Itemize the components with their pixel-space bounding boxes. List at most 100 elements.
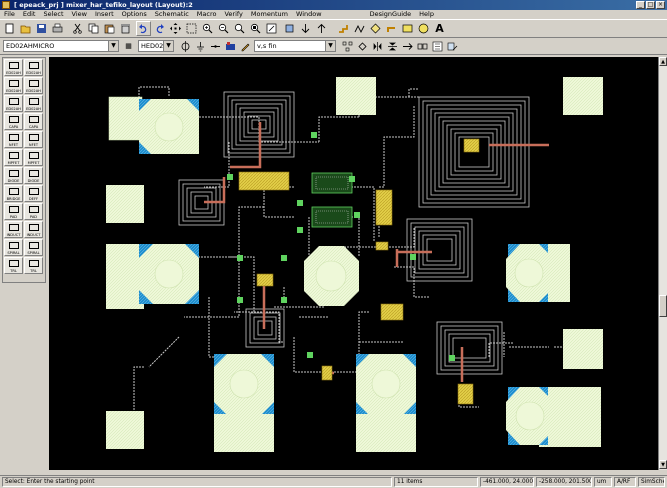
scroll-up-icon[interactable]: ▲ — [659, 57, 667, 66]
edit-component-icon[interactable] — [445, 39, 460, 54]
minimize-button[interactable]: _ — [636, 1, 645, 9]
scroll-down-icon[interactable]: ▼ — [659, 460, 667, 469]
palette-item[interactable]: ED02AH — [4, 59, 23, 76]
palette-item[interactable]: PAD — [24, 203, 43, 220]
menu-view[interactable]: View — [68, 10, 91, 19]
zoom-fit-icon[interactable] — [248, 21, 263, 36]
component-library-icon[interactable] — [430, 39, 445, 54]
via-icon[interactable] — [340, 39, 355, 54]
palette-item[interactable]: ED02AH — [4, 77, 23, 94]
vertical-scrollbar[interactable]: ▲ ▼ — [658, 57, 667, 470]
library-browse-icon[interactable]: ▦ — [121, 39, 136, 54]
paste-icon[interactable] — [102, 21, 117, 36]
move-icon[interactable] — [168, 21, 183, 36]
chevron-down-icon[interactable]: ▼ — [108, 41, 118, 51]
menu-help[interactable]: Help — [415, 10, 438, 19]
layer-icon[interactable] — [223, 39, 238, 54]
palette-item[interactable]: ED02AH — [24, 95, 43, 112]
chevron-down-icon[interactable]: ▼ — [325, 41, 335, 51]
app-icon — [2, 1, 10, 9]
circle-icon[interactable] — [416, 21, 431, 36]
palette-item[interactable]: DIODE — [4, 167, 23, 184]
menu-verify[interactable]: Verify — [220, 10, 246, 19]
rectangle-icon[interactable] — [400, 21, 415, 36]
palette-item[interactable]: CAPA — [24, 113, 43, 130]
zoom-out-icon[interactable] — [216, 21, 231, 36]
menu-options[interactable]: Options — [118, 10, 151, 19]
menu-select[interactable]: Select — [39, 10, 67, 19]
close-button[interactable]: × — [656, 1, 665, 9]
connect-icon[interactable] — [415, 39, 430, 54]
component-palette: ED02AH ED02AH ED02AH ED02AH ED02AH ED02A… — [2, 57, 46, 283]
print-icon[interactable] — [50, 21, 65, 36]
status-sim: SimSchem — [638, 477, 665, 487]
menu-window[interactable]: Window — [292, 10, 326, 19]
undo-icon[interactable] — [136, 21, 151, 36]
mirror-x-icon[interactable] — [370, 39, 385, 54]
palette-item[interactable]: INDUCT — [24, 221, 43, 238]
palette-item[interactable]: INDUCT — [4, 221, 23, 238]
pop-out-icon[interactable] — [314, 21, 329, 36]
palette-item[interactable]: SPIRAL — [24, 239, 43, 256]
chevron-down-icon[interactable]: ▼ — [163, 41, 173, 51]
path-icon[interactable] — [368, 21, 383, 36]
cut-icon[interactable] — [70, 21, 85, 36]
layout-canvas[interactable] — [49, 57, 658, 470]
palette-item[interactable]: ED02AH — [24, 77, 43, 94]
scrollbar-thumb[interactable] — [659, 295, 667, 317]
ground-icon[interactable] — [193, 39, 208, 54]
component-select[interactable]: HED02AH ▼ — [138, 40, 174, 52]
palette-item[interactable]: MPFET — [4, 149, 23, 166]
port-icon[interactable] — [178, 39, 193, 54]
palette-item[interactable]: DEFF — [24, 185, 43, 202]
text-icon[interactable]: A — [432, 21, 447, 36]
palette-item[interactable]: ED02AH — [24, 59, 43, 76]
zoom-window-icon[interactable] — [232, 21, 247, 36]
pan-view-icon[interactable] — [264, 21, 279, 36]
zoom-area-icon[interactable] — [184, 21, 199, 36]
polyline-icon[interactable] — [352, 21, 367, 36]
zoom-in-icon[interactable] — [200, 21, 215, 36]
palette-item[interactable]: PAD — [4, 203, 23, 220]
palette-item[interactable]: TRL — [4, 257, 23, 274]
palette-item[interactable]: CAPA — [4, 113, 23, 130]
delete-icon[interactable] — [118, 21, 133, 36]
palette-item[interactable]: MPFET — [24, 149, 43, 166]
pencil-icon[interactable] — [238, 39, 253, 54]
redo-icon[interactable] — [152, 21, 167, 36]
menu-macro[interactable]: Macro — [193, 10, 221, 19]
palette-item[interactable]: BRIDGE — [4, 185, 23, 202]
push-into-icon[interactable] — [298, 21, 313, 36]
trace-icon[interactable] — [384, 21, 399, 36]
menu-file[interactable]: File — [0, 10, 19, 19]
palette-item[interactable]: TRL — [24, 257, 43, 274]
palette-item[interactable]: NFET — [24, 131, 43, 148]
rotate-icon[interactable] — [355, 39, 370, 54]
menu-designguide[interactable]: DesignGuide — [366, 10, 416, 19]
library-select[interactable]: ED02AHMICRO ▼ — [3, 40, 119, 52]
maximize-button[interactable]: □ — [646, 1, 655, 9]
view-all-icon[interactable] — [282, 21, 297, 36]
status-coord-1: -461.000, 24.000 — [480, 477, 534, 487]
menu-edit[interactable]: Edit — [19, 10, 40, 19]
palette-item[interactable]: DIODE — [24, 167, 43, 184]
wire-icon[interactable] — [208, 39, 223, 54]
palette-item[interactable]: NFET — [4, 131, 23, 148]
save-icon[interactable] — [34, 21, 49, 36]
align-icon[interactable] — [400, 39, 415, 54]
status-unit: um — [594, 477, 612, 487]
palette-item[interactable]: ED02AH — [4, 95, 23, 112]
layer-select[interactable]: v,s fin ▼ — [254, 40, 336, 52]
menu-schematic[interactable]: Schematic — [151, 10, 193, 19]
component-toolbar: ED02AHMICRO ▼ ▦ HED02AH ▼ v,s fin ▼ — [0, 38, 667, 55]
menu-momentum[interactable]: Momentum — [247, 10, 292, 19]
copy-icon[interactable] — [86, 21, 101, 36]
palette-item[interactable]: SPIRAL — [4, 239, 23, 256]
status-mode: A/RF — [614, 477, 636, 487]
open-folder-icon[interactable] — [18, 21, 33, 36]
new-icon[interactable] — [2, 21, 17, 36]
window-title: [ epeack_prj ] mixer_har_tefiko_layout (… — [14, 1, 193, 9]
mirror-y-icon[interactable] — [385, 39, 400, 54]
polygon-icon[interactable] — [336, 21, 351, 36]
menu-insert[interactable]: Insert — [91, 10, 118, 19]
